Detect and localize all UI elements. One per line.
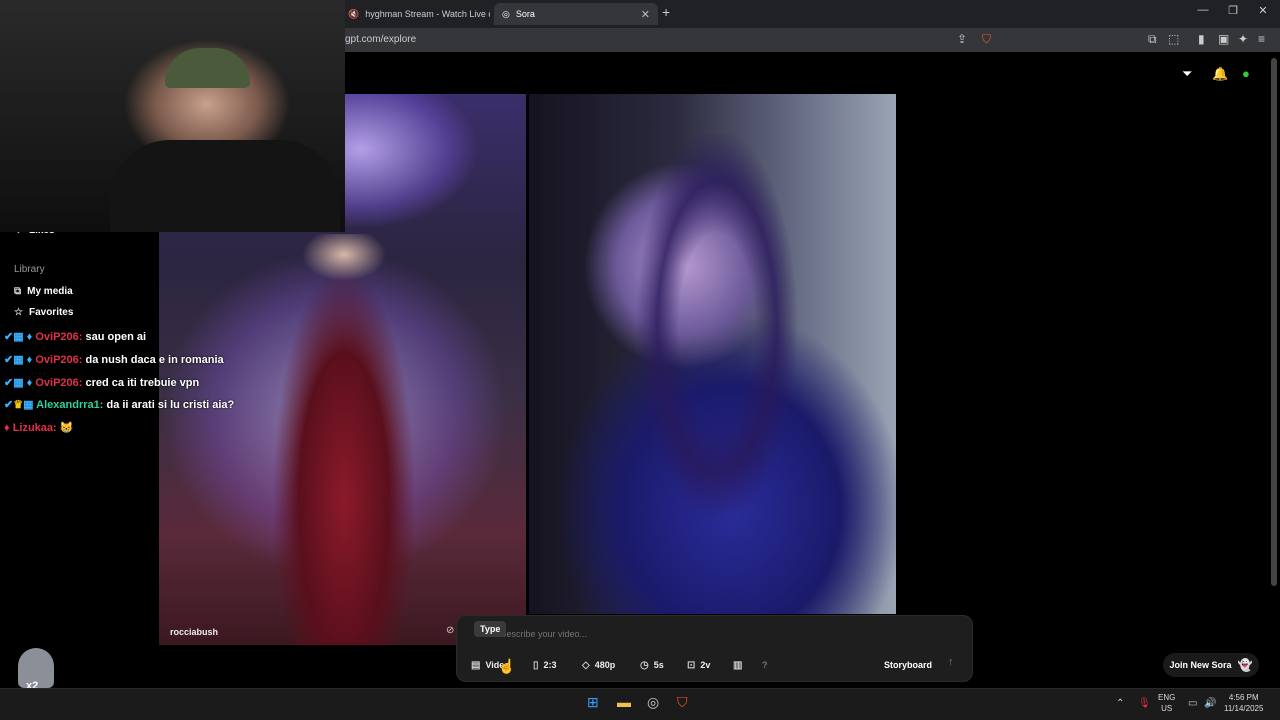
badge-icon: ✔♛▦: [4, 399, 34, 411]
chat-text: da ii arati si lu cristi aia?: [106, 399, 235, 411]
portrait-icon: ▯: [533, 659, 539, 671]
tab-sora[interactable]: ◎ Sora ✕: [494, 3, 658, 25]
minimize-icon[interactable]: —: [1188, 4, 1218, 16]
windows-start-icon[interactable]: ⊞: [587, 694, 599, 711]
tooltip: Type: [474, 621, 507, 637]
tray-chevron-icon[interactable]: ⌃: [1116, 698, 1124, 709]
badge-icon: ♦: [4, 422, 10, 434]
mouse-cursor-icon: ☝: [498, 658, 516, 674]
resolution-button[interactable]: ◇ 480p: [576, 656, 621, 674]
chat-user: OviP206: [35, 377, 79, 389]
url-field[interactable]: gpt.com/explore: [345, 34, 416, 45]
close-window-icon[interactable]: ✕: [1248, 4, 1278, 17]
chat-text: cred ca iti trebuie vpn: [85, 377, 200, 389]
duration-button[interactable]: ◷ 5s: [634, 656, 670, 674]
share-icon[interactable]: ⇪: [957, 32, 967, 46]
figure-shape: [609, 134, 849, 614]
button-label: 5s: [653, 660, 664, 670]
menu-icon[interactable]: ≡: [1258, 32, 1265, 46]
tab-label: hyghman Stream - Watch Live on: [365, 9, 490, 19]
presets-icon: ▥: [733, 659, 743, 671]
file-explorer-icon[interactable]: ▬: [617, 694, 631, 710]
chrome-icon[interactable]: ◎: [647, 694, 659, 711]
brave-shield-icon[interactable]: ⛉: [982, 32, 991, 47]
chat-message: ✔▦ ♦ OviP206: sau open ai: [4, 331, 147, 343]
button-label: Join New Sora: [1169, 660, 1232, 670]
volume-icon[interactable]: 🔊: [1204, 698, 1216, 709]
tab-stream[interactable]: 🔇 hyghman Stream - Watch Live on: [340, 3, 490, 25]
sidebar-item-favorites[interactable]: ☆ Favorites: [14, 307, 73, 318]
clock-icon: ◷: [640, 659, 649, 671]
taskbar: [0, 688, 1280, 720]
button-label: 480p: [594, 660, 616, 670]
help-button[interactable]: ?: [756, 656, 774, 674]
close-tab-icon[interactable]: ✕: [641, 8, 650, 21]
star-icon: ☆: [14, 307, 23, 318]
network-icon[interactable]: ▭: [1188, 698, 1197, 709]
chat-text: sau open ai: [85, 331, 147, 343]
badge-icon: ✔▦ ♦: [4, 354, 33, 366]
brave-icon[interactable]: ⛉: [677, 694, 688, 711]
new-tab-button[interactable]: +: [662, 4, 670, 20]
chat-message: ✔▦ ♦ OviP206: cred ca iti trebuie vpn: [4, 377, 200, 389]
notifications-icon[interactable]: 🔔: [1212, 66, 1228, 82]
leo-ai-icon[interactable]: ✦: [1238, 32, 1248, 46]
tab-label: Sora: [515, 9, 535, 19]
ghost-icon: 👻: [1237, 658, 1253, 672]
lang-code: ENG: [1158, 693, 1176, 702]
variations-button[interactable]: ⊡ 2v: [681, 656, 716, 674]
join-new-sora-button[interactable]: Join New Sora 👻: [1163, 653, 1259, 677]
wallet-icon[interactable]: ▣: [1218, 32, 1229, 46]
scrollbar[interactable]: [1271, 58, 1277, 586]
send-icon[interactable]: ↑: [948, 656, 954, 668]
prompt-input[interactable]: [500, 629, 800, 639]
webcam-overlay: [0, 0, 345, 232]
library-heading: Library: [14, 264, 45, 275]
aspect-ratio-button[interactable]: ▯ 2:3: [527, 656, 563, 674]
presets-button[interactable]: ▥: [727, 656, 748, 674]
chat-user: Alexandrra1: [36, 399, 100, 411]
screenshot-icon[interactable]: ⬚: [1168, 32, 1179, 46]
chat-message: ✔♛▦ Alexandrra1: da ii arati si lu crist…: [4, 399, 235, 411]
chat-message: ✔▦ ♦ OviP206: da nush daca e in romania: [4, 354, 224, 366]
sidebar-item-label: My media: [27, 286, 73, 297]
chat-user: OviP206: [35, 354, 79, 366]
badge-icon: ✔▦ ♦: [4, 377, 33, 389]
clock-time: 4:56 PM: [1228, 693, 1259, 702]
sidebar-item-label: Favorites: [28, 307, 74, 318]
chat-user: OviP206: [35, 331, 79, 343]
video-icon: ▤: [471, 659, 481, 671]
settings-icon[interactable]: ⊘: [446, 625, 454, 636]
button-label: 2:3: [543, 660, 557, 670]
mute-icon[interactable]: 🔇: [348, 9, 359, 20]
filter-icon[interactable]: ⏷: [1182, 66, 1192, 82]
diamond-icon: ◇: [582, 659, 590, 671]
badge-icon: ✔▦ ♦: [4, 331, 33, 343]
microphone-icon[interactable]: 🎙: [1138, 698, 1151, 709]
chat-message: ♦ Lizukaa: 😸: [4, 422, 74, 434]
chat-text: da nush daca e in romania: [85, 354, 224, 366]
button-label: 2v: [700, 660, 711, 670]
language-indicator[interactable]: ENG US: [1158, 692, 1175, 714]
sidebar-toggle-icon[interactable]: ▮: [1198, 32, 1205, 46]
sidebar-item-my-media[interactable]: ⧉ My media: [14, 286, 73, 297]
clock-date: 11/14/2025: [1224, 704, 1264, 713]
extensions-icon[interactable]: ⧉: [1148, 32, 1157, 47]
body-shape: [110, 140, 340, 232]
clock[interactable]: 4:56 PM 11/14/2025: [1224, 692, 1263, 714]
feed-video-elf[interactable]: [529, 94, 896, 614]
storyboard-button[interactable]: Storyboard: [878, 656, 938, 674]
region-code: US: [1161, 704, 1173, 713]
avatar[interactable]: ●: [1242, 66, 1250, 81]
maximize-icon[interactable]: ❐: [1218, 4, 1248, 17]
sora-favicon-icon: ◎: [502, 8, 510, 19]
chat-text: 😸: [59, 422, 74, 434]
author-name[interactable]: rocciabush: [170, 627, 218, 637]
cap-shape: [165, 48, 250, 88]
variations-icon: ⊡: [687, 659, 696, 671]
figure-shape: [269, 234, 419, 645]
chat-user: Lizukaa: [12, 422, 54, 434]
media-icon: ⧉: [14, 286, 22, 297]
